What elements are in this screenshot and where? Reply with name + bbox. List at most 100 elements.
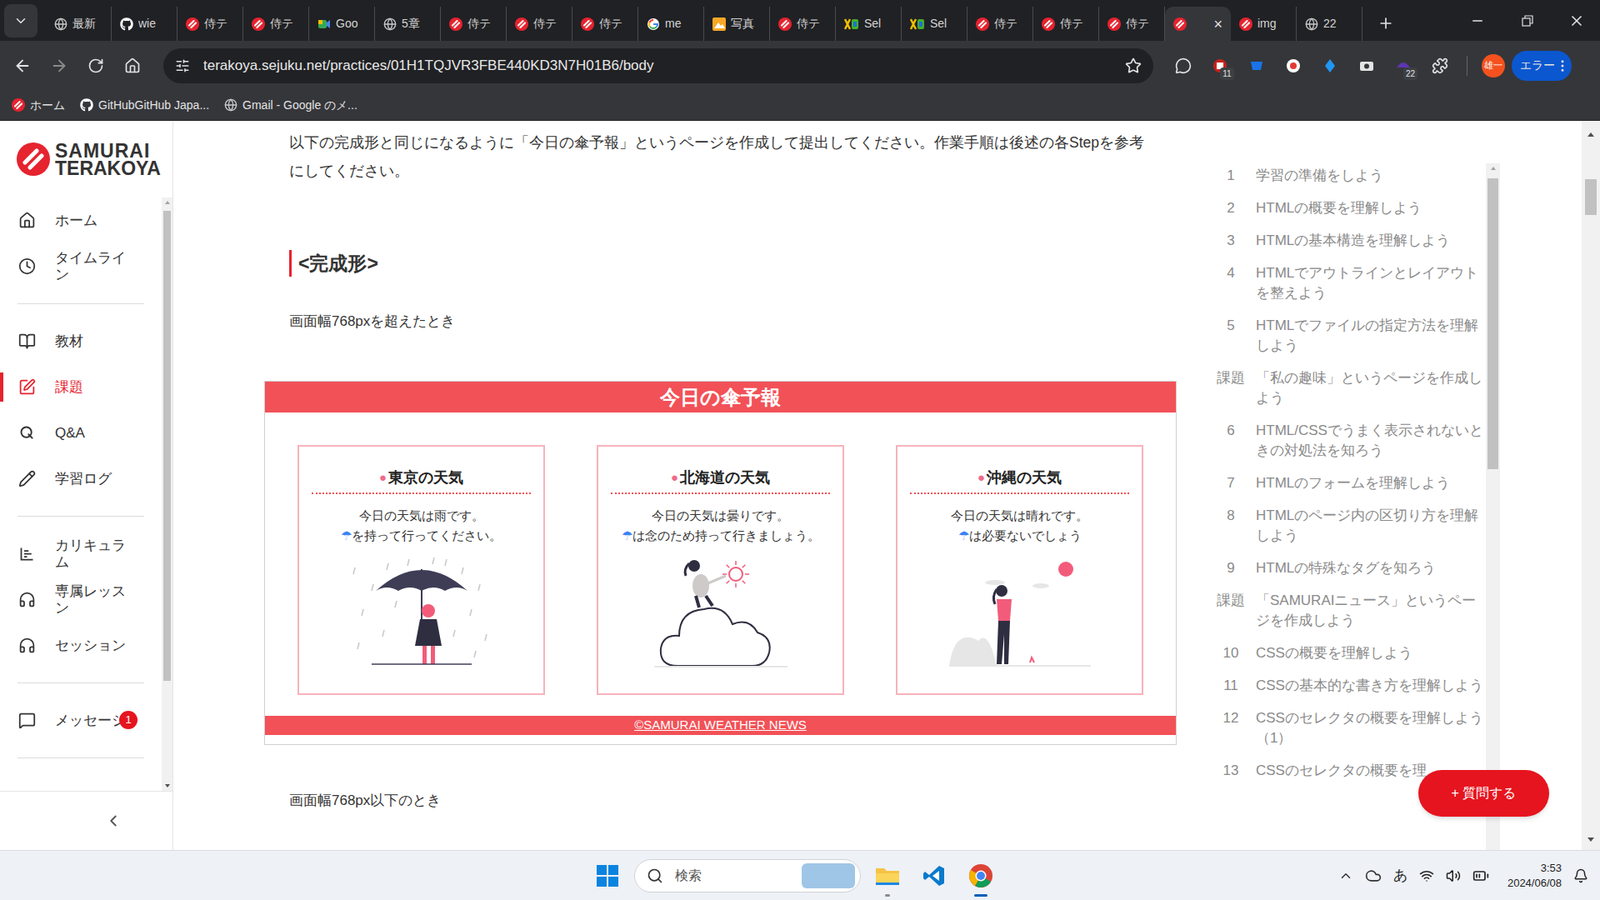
browser-tab[interactable]: Sel [835,6,902,41]
toc-item[interactable]: 12CSSのセレクタの概要を理解しよう（1） [1214,708,1486,749]
ask-question-button[interactable]: + 質問する [1418,770,1550,817]
onedrive-icon[interactable] [1365,867,1382,885]
browser-tab[interactable]: 侍テ [506,6,573,41]
browser-tab[interactable]: Sel [901,6,968,41]
toc-item[interactable]: 8HTMLのページ内の区切り方を理解しよう [1214,505,1486,546]
home-button[interactable] [114,49,151,83]
browser-tab[interactable]: 侍テ [177,6,244,41]
bookmark-star-icon[interactable] [1125,57,1142,75]
browser-tab[interactable]: 写真 [704,6,770,41]
browser-tab[interactable]: 侍テ [243,6,310,41]
extension-button[interactable] [1311,49,1349,83]
toc-item[interactable]: 3HTMLの基本構造を理解しよう [1214,230,1486,251]
toc-item[interactable]: 6HTML/CSSでうまく表示されないときの対処法を知ろう [1214,420,1486,461]
toc-item[interactable]: 課題「私の趣味」というページを作成しよう [1214,368,1486,409]
taskbar-search[interactable]: 検索 [634,859,861,893]
browser-tab[interactable]: 侍テ [440,6,507,41]
reload-button[interactable] [77,49,115,83]
scroll-down-icon[interactable] [164,780,171,791]
browser-tab[interactable]: 侍テ [1033,6,1100,41]
tray-expand-icon[interactable] [1338,868,1354,884]
tab-title: 5章 [401,15,432,33]
bookmark[interactable]: Gmail - Google のメ... [224,96,358,115]
browser-tab[interactable]: me [638,6,705,41]
minimize-icon [1470,13,1485,29]
toc-item[interactable]: 課題「SAMURAIニュース」というページを作成しよう [1214,590,1486,631]
forward-button[interactable] [40,49,78,83]
extension-button[interactable] [1421,49,1459,83]
taskbar: 検索 あ 3:532024/06/08 [0,850,1600,900]
extension-button[interactable] [1238,49,1275,83]
volume-icon[interactable] [1445,868,1461,884]
site-info-icon[interactable] [175,58,190,74]
extension-button[interactable]: 11 [1201,49,1239,83]
logo[interactable]: SAMURAITERAKOYA [0,120,173,198]
collapse-button[interactable] [0,790,173,850]
toc-item[interactable]: 9HTMLの特殊なタグを知ろう [1214,558,1486,579]
browser-tab[interactable]: Goo [309,6,375,41]
sidebar-item[interactable]: メッセージ1 [0,697,162,744]
browser-tab[interactable]: wie [111,6,178,41]
drop-icon [1321,57,1339,75]
notification-icon[interactable] [1573,868,1589,884]
toc-item[interactable]: 7HTMLのフォームを理解しよう [1214,473,1486,494]
toc-item[interactable]: 4HTMLでアウトラインとレイアウトを整えよう [1214,263,1486,304]
extension-button[interactable] [1348,49,1385,83]
sidebar-item[interactable]: 専属レッスン [0,576,162,623]
clock[interactable]: 3:532024/06/08 [1507,860,1562,891]
browser-tab[interactable]: 侍テ [770,6,836,41]
toc-scrollbar[interactable] [1485,163,1500,850]
scroll-up-icon[interactable] [1586,129,1595,141]
bookmark[interactable]: ホーム [11,96,65,115]
tab-close-button[interactable]: × [1213,16,1223,32]
tab-search-button[interactable] [4,4,38,38]
ime-indicator[interactable]: あ [1393,865,1408,887]
browser-tab[interactable]: 侍テ [967,6,1034,41]
browser-tab[interactable]: 侍テ [1099,6,1165,41]
toc-item[interactable]: 2HTMLの概要を理解しよう [1214,198,1486,219]
browser-tab[interactable]: × [1165,6,1231,41]
sidebar-item[interactable]: Q&A [0,410,162,456]
browser-tab[interactable]: 22 [1296,6,1363,41]
minimize-button[interactable] [1452,0,1503,41]
wifi-icon[interactable] [1419,868,1435,884]
browser-tab[interactable]: 5章 [375,6,441,41]
toc-item[interactable]: 10CSSの概要を理解しよう [1214,643,1486,664]
toc-item[interactable]: 1学習の準備をしよう [1214,165,1486,186]
toc-item[interactable]: 11CSSの基本的な書き方を理解しよう [1214,675,1486,696]
back-button[interactable] [4,49,41,83]
close-window-button[interactable] [1552,0,1600,41]
profile-avatar[interactable]: 雄一 [1481,54,1505,78]
taskbar-app[interactable] [914,854,955,898]
scroll-down-icon[interactable] [1586,833,1595,845]
taskbar-app[interactable] [867,854,908,898]
battery-icon[interactable] [1472,867,1490,885]
sidebar-item[interactable]: タイムライン [0,243,162,290]
error-status-button[interactable]: エラー [1511,50,1572,81]
scroll-up-icon[interactable] [1490,163,1497,174]
extension-button[interactable] [1165,49,1202,83]
new-tab-button[interactable] [1370,8,1401,39]
page-scrollbar[interactable] [1581,120,1600,850]
toc-item[interactable]: 5HTMLでファイルの指定方法を理解しよう [1214,315,1486,356]
sidebar-item[interactable]: 教材 [0,318,162,365]
sidebar-item[interactable]: セッション [0,622,162,669]
samurai-icon [1173,17,1187,31]
search-icon [646,867,664,885]
address-bar[interactable]: terakoya.sejuku.net/practices/01H1TQJVR3… [163,48,1154,84]
start-button[interactable] [587,855,628,896]
sidebar-item[interactable]: カリキュラム [0,530,162,577]
extension-button[interactable]: 22 [1385,49,1422,83]
restore-button[interactable] [1502,0,1553,41]
browser-tab[interactable]: 最新 [45,6,112,41]
sidebar-item[interactable]: ホーム [0,197,162,244]
browser-tab[interactable]: img [1230,6,1297,41]
sidebar-scrollbar[interactable] [161,197,173,791]
sidebar-item[interactable]: 課題 [0,364,162,410]
sidebar-item[interactable]: 学習ログ [0,455,162,502]
extension-button[interactable] [1275,49,1312,83]
scroll-up-icon[interactable] [164,197,171,208]
bookmark[interactable]: GitHubGitHub Japa... [80,96,210,115]
taskbar-app[interactable] [960,854,1001,898]
browser-tab[interactable]: 侍テ [572,6,639,41]
